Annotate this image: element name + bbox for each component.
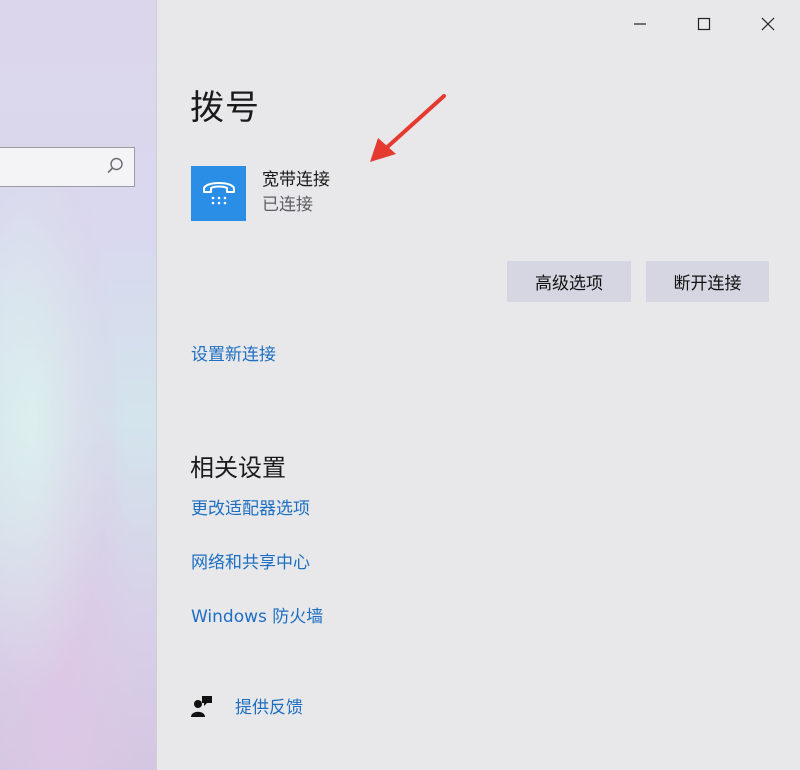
setup-new-connection-link[interactable]: 设置新连接 <box>191 340 276 365</box>
maximize-button[interactable] <box>672 0 736 48</box>
window-controls <box>608 0 800 48</box>
main-content: 拨号 宽带连接 已连接 高级选项 断开连接 设置新连接 相关设置 更改适配器选项… <box>157 0 800 770</box>
disconnect-button[interactable]: 断开连接 <box>646 261 769 302</box>
feedback-icon <box>191 695 212 717</box>
sidebar <box>0 0 157 770</box>
page-title: 拨号 <box>190 88 260 128</box>
search-icon[interactable] <box>105 156 125 176</box>
search-input[interactable] <box>0 147 135 187</box>
related-settings-title: 相关设置 <box>190 454 286 482</box>
minimize-icon <box>634 23 646 25</box>
windows-firewall-link[interactable]: Windows 防火墙 <box>191 602 323 627</box>
feedback-link[interactable]: 提供反馈 <box>191 693 303 718</box>
connection-status: 已连接 <box>262 195 313 215</box>
minimize-button[interactable] <box>608 0 672 48</box>
annotation-arrow-icon <box>370 94 446 162</box>
connection-item[interactable]: 宽带连接 已连接 <box>191 165 330 221</box>
close-icon <box>761 17 775 31</box>
connection-text: 宽带连接 已连接 <box>262 168 330 218</box>
advanced-options-button[interactable]: 高级选项 <box>507 261 631 302</box>
feedback-label: 提供反馈 <box>235 698 303 718</box>
change-adapter-options-link[interactable]: 更改适配器选项 <box>191 494 310 519</box>
connection-name: 宽带连接 <box>262 170 330 190</box>
close-button[interactable] <box>736 0 800 48</box>
maximize-icon <box>697 17 711 31</box>
settings-window: 拨号 宽带连接 已连接 高级选项 断开连接 设置新连接 相关设置 更改适配器选项… <box>0 0 800 770</box>
network-sharing-center-link[interactable]: 网络和共享中心 <box>191 548 310 573</box>
dialup-phone-icon <box>191 165 246 221</box>
